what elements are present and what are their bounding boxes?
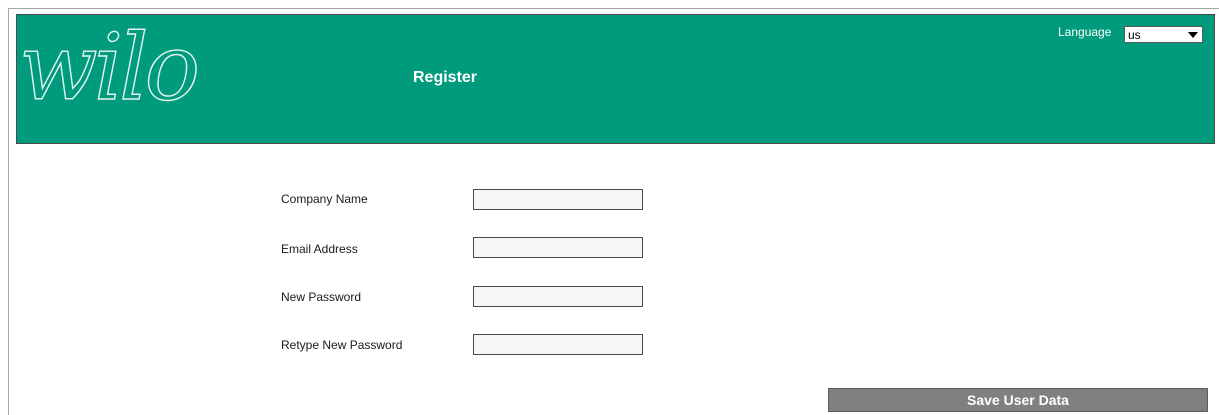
save-user-data-button[interactable]: Save User Data [828, 388, 1208, 412]
dropdown-arrow-icon [1188, 32, 1198, 38]
email-address-input[interactable] [473, 237, 643, 258]
company-name-input[interactable] [473, 189, 643, 210]
language-select-value: us [1128, 28, 1141, 42]
wilo-logo: wilo [18, 19, 201, 115]
company-name-label: Company Name [281, 192, 368, 206]
retype-password-input[interactable] [473, 334, 643, 355]
new-password-input[interactable] [473, 286, 643, 307]
page-title: Register [413, 69, 478, 86]
header-banner: wilo Register Language us [16, 14, 1215, 144]
retype-password-label: Retype New Password [281, 338, 403, 352]
email-address-label: Email Address [281, 242, 358, 256]
svg-text:wilo: wilo [19, 19, 197, 115]
new-password-label: New Password [281, 290, 362, 304]
language-select[interactable]: us [1124, 26, 1203, 43]
language-label: Language [1058, 25, 1112, 39]
